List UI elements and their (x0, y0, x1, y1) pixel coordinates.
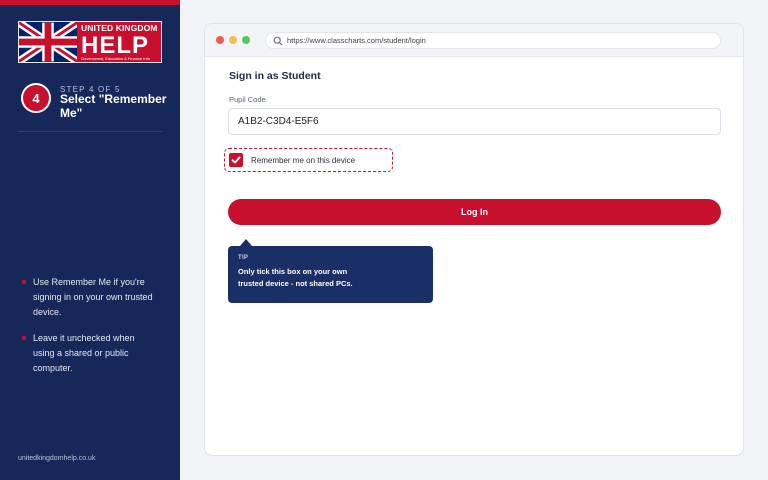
site-url[interactable]: unitedkingdomhelp.co.uk (18, 455, 95, 462)
window-maximize-dot-icon (242, 36, 250, 44)
logo-tagline: Government, Education & Finance Info (81, 55, 150, 61)
login-button[interactable]: Log In (228, 199, 721, 225)
browser-toolbar: https://www.classcharts.com/student/logi… (205, 24, 743, 57)
bullet-icon (22, 280, 26, 284)
address-url: https://www.classcharts.com/student/logi… (287, 36, 426, 45)
pupil-code-label: Pupil Code (229, 95, 266, 104)
tips-list: Use Remember Me if you're signing in on … (22, 275, 157, 387)
browser-window: https://www.classcharts.com/student/logi… (204, 23, 744, 456)
window-minimize-dot-icon (229, 36, 237, 44)
step-title: Select "Remember Me" (60, 92, 167, 120)
sidebar-divider (18, 131, 162, 132)
sidebar-accent-bar (0, 0, 180, 5)
site-logo[interactable]: UNITED KINGDOM HELP Government, Educatio… (18, 21, 162, 63)
page-title: Sign in as Student (229, 70, 321, 82)
list-item: Leave it unchecked when using a shared o… (22, 331, 157, 376)
step-number-badge: 4 (21, 83, 51, 113)
checkmark-icon (231, 156, 241, 164)
logo-text-main: HELP (81, 31, 150, 59)
bullet-icon (22, 336, 26, 340)
sidebar: UNITED KINGDOM HELP Government, Educatio… (0, 0, 180, 480)
remember-me-checkbox[interactable] (229, 153, 243, 167)
address-bar[interactable]: https://www.classcharts.com/student/logi… (265, 32, 721, 49)
tip-callout: TIP Only tick this box on your own trust… (228, 239, 433, 303)
search-icon (273, 36, 283, 46)
union-jack-icon (19, 22, 77, 62)
list-item-text: Use Remember Me if you're signing in on … (33, 277, 153, 317)
tip-body: Only tick this box on your own trusted d… (238, 267, 353, 288)
pupil-code-input[interactable] (228, 108, 721, 135)
remember-me-label[interactable]: Remember me on this device (251, 156, 355, 165)
window-close-dot-icon (216, 36, 224, 44)
list-item-text: Leave it unchecked when using a shared o… (33, 333, 135, 373)
list-item: Use Remember Me if you're signing in on … (22, 275, 157, 320)
tip-title: TIP (238, 255, 249, 261)
remember-me-highlight[interactable]: Remember me on this device (224, 148, 393, 172)
tip-pointer (240, 239, 252, 246)
